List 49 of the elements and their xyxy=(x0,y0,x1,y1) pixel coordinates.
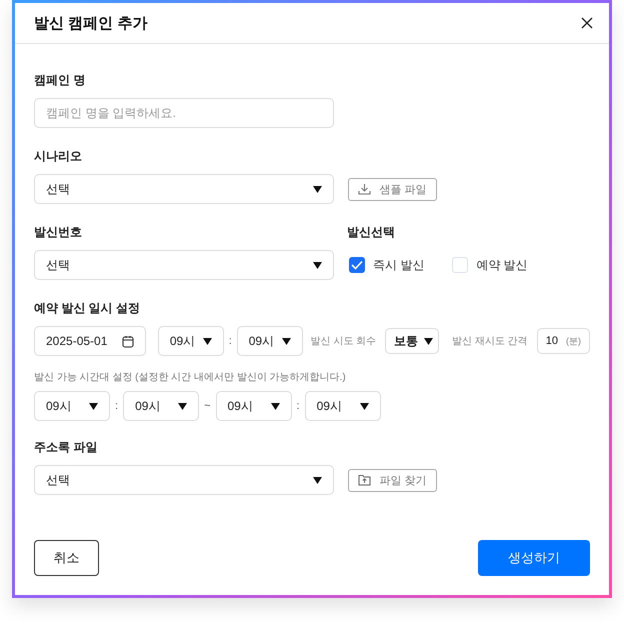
separator-text: : xyxy=(296,400,300,412)
field-label: 주소록 파일 xyxy=(34,439,98,455)
attempts-label: 발신 시도 회수 xyxy=(310,335,376,348)
field-label: 발신선택 xyxy=(347,224,396,240)
caret-icon xyxy=(270,402,280,410)
campaign-name-field[interactable]: 캠페인 명을 입력하세요. xyxy=(34,98,334,128)
caret-icon xyxy=(360,402,369,410)
hint-text: 발신 가능 시간대 설정 (설정한 시간 내에서만 발신이 가능하게합니다.) xyxy=(34,371,347,384)
download-icon xyxy=(358,183,372,195)
separator-text: ~ xyxy=(204,400,210,412)
dropdown[interactable]: 선택 xyxy=(34,250,334,280)
date-field[interactable]: 2025-05-01 xyxy=(34,326,146,356)
dropdown[interactable]: 09시 xyxy=(123,391,200,421)
caret-icon xyxy=(89,402,98,410)
cancel-button[interactable]: 취소 xyxy=(34,540,99,576)
close-icon xyxy=(581,17,593,29)
dropdown[interactable]: 09시 xyxy=(34,391,110,421)
dropdown[interactable]: 선택 xyxy=(34,174,334,204)
field-label: 시나리오 xyxy=(34,148,83,164)
check-icon xyxy=(351,260,363,270)
dropdown[interactable]: 09시 xyxy=(236,326,303,356)
caret-icon xyxy=(178,402,188,410)
sample-file-button[interactable]: 샘플 파일 xyxy=(348,178,437,200)
interval-field[interactable]: 10 (분) xyxy=(536,328,590,354)
dropdown[interactable]: 보통 xyxy=(385,328,440,354)
find-file-button[interactable]: 파일 찾기 xyxy=(348,468,437,492)
create-button[interactable]: 생성하기 xyxy=(478,540,590,576)
folder-upload-icon xyxy=(358,474,372,486)
separator-text: : xyxy=(115,400,118,412)
dropdown[interactable]: 선택 xyxy=(34,465,334,495)
retry-label: 발신 재시도 간격 xyxy=(452,335,528,348)
field-label: 캠페인 명 xyxy=(34,72,86,88)
caret-icon xyxy=(424,338,434,344)
caret-icon xyxy=(202,338,212,344)
caret-icon xyxy=(282,338,291,344)
separator-text: : xyxy=(228,335,232,347)
dropdown[interactable]: 09시 xyxy=(304,391,381,421)
field-label: 예약 발신 일시 설정 xyxy=(34,300,142,316)
caret-icon xyxy=(313,476,322,484)
checkbox[interactable]: 예약 발신 xyxy=(452,256,528,274)
caret-icon xyxy=(313,186,322,192)
dropdown[interactable]: 09시 xyxy=(158,326,224,356)
dropdown[interactable]: 09시 xyxy=(216,391,292,421)
close-button[interactable] xyxy=(579,15,595,31)
field-label: 발신번호 xyxy=(34,224,83,240)
caret-icon xyxy=(313,262,322,268)
dialog-title: 발신 캠페인 추가 xyxy=(34,14,148,32)
checkbox[interactable]: 즉시 발신 xyxy=(349,256,424,274)
calendar-icon xyxy=(122,334,134,348)
